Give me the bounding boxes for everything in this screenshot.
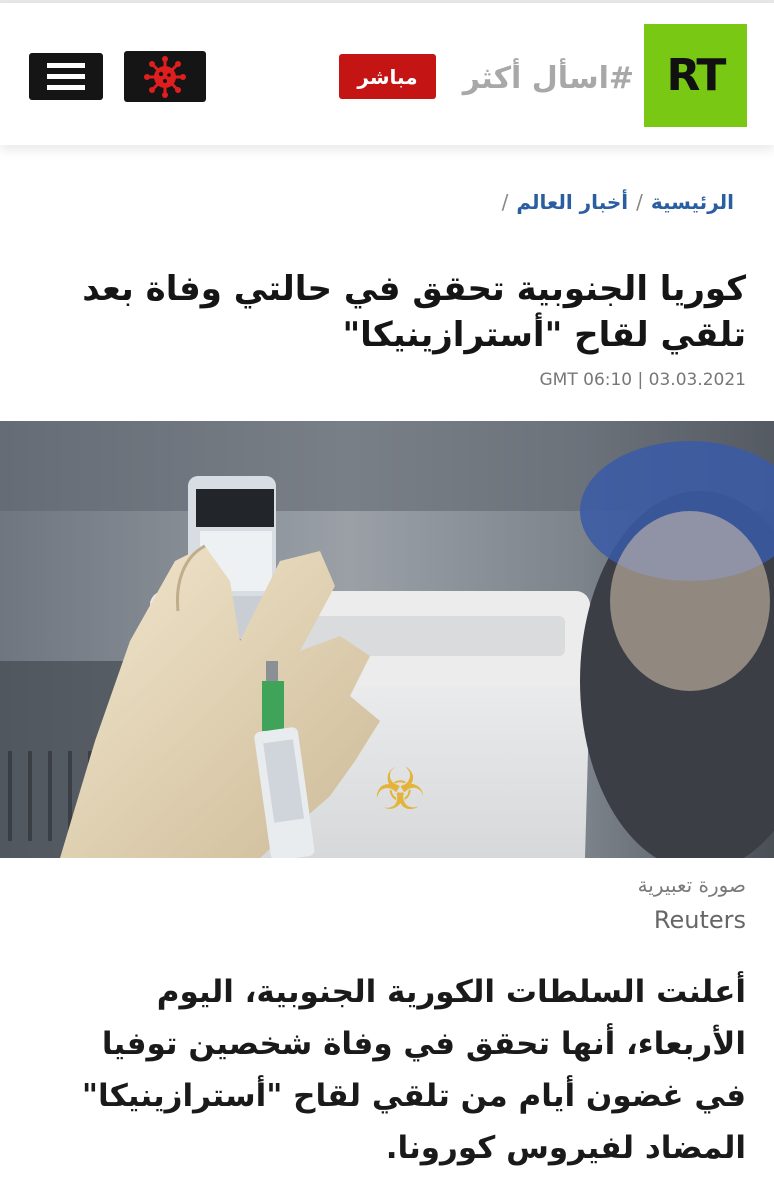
article-lead: أعلنت السلطات الكورية الجنوبية، اليوم ال… (81, 974, 746, 1166)
site-header: RT #اسأل أكثر مباشر (0, 3, 774, 145)
breadcrumb-section[interactable]: أخبار العالم (516, 190, 628, 214)
breadcrumb-separator: / (501, 190, 509, 214)
breadcrumb: الرئيسية / أخبار العالم / (494, 190, 734, 214)
article-date: GMT 06:10 | 03.03.2021 (539, 370, 747, 390)
rt-logo[interactable]: RT (644, 24, 747, 127)
svg-text:☣: ☣ (374, 755, 426, 823)
menu-button[interactable] (29, 53, 103, 100)
article-title: كوريا الجنوبية تحقق في حالتي وفاة بعد تل… (82, 269, 746, 355)
article-image: ☣ (0, 421, 774, 858)
image-caption: صورة تعبيرية (637, 873, 746, 897)
coronavirus-icon (144, 55, 186, 98)
tagline[interactable]: #اسأل أكثر (458, 57, 634, 101)
live-button[interactable]: مباشر (339, 54, 436, 99)
breadcrumb-home[interactable]: الرئيسية (651, 190, 734, 214)
image-credit: Reuters (653, 906, 746, 934)
logo-text: RT (666, 50, 727, 101)
breadcrumb-separator: / (636, 190, 643, 214)
hamburger-menu-icon (47, 63, 85, 68)
coronavirus-button[interactable] (124, 51, 206, 102)
